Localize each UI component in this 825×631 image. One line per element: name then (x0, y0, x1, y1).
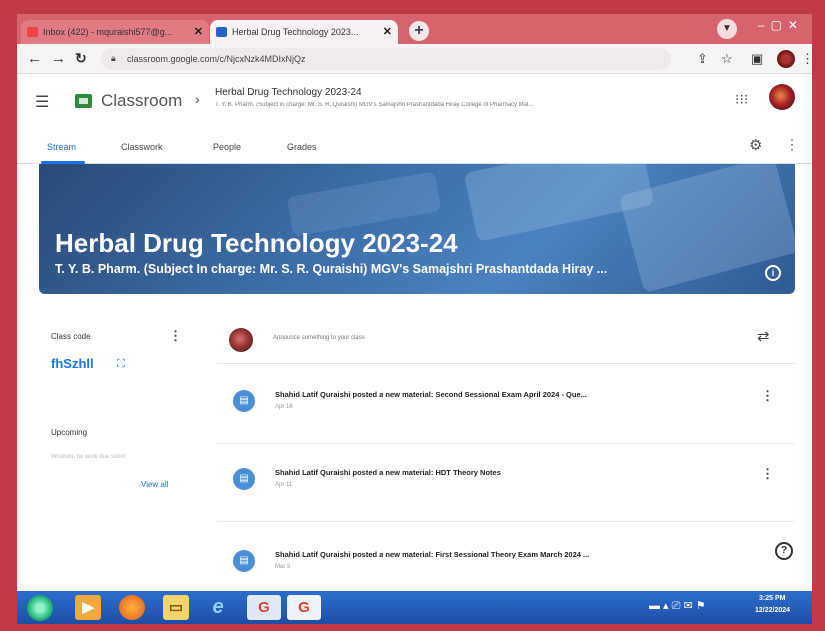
post-date: Apr 11 (275, 482, 293, 488)
kebab-menu-icon[interactable]: ⋮ (785, 136, 799, 153)
banner-subtitle: T. Y. B. Pharm. (Subject In charge: Mr. … (55, 262, 608, 276)
tab-grades[interactable]: Grades (287, 142, 317, 152)
class-code-card: Class code ⋮ fhSzhll ⛶ (39, 314, 189, 389)
kebab-menu-icon[interactable]: ⋮ (761, 466, 774, 482)
screen: Inbox (422) - mquraishi577@g... ✕ Herbal… (17, 14, 812, 624)
tab-stream[interactable]: Stream (47, 142, 76, 152)
address-bar: ← → ↻ 🔒︎ classroom.google.com/c/NjcxNzk4… (17, 44, 812, 74)
clock-date[interactable]: 12/22/2024 (755, 607, 790, 614)
help-icon[interactable]: ? (775, 542, 793, 560)
close-icon[interactable]: ✕ (383, 25, 392, 38)
announce-placeholder[interactable]: Announce something to your class (273, 335, 365, 341)
folder-icon[interactable]: ▭ (163, 595, 189, 620)
banner-decoration (286, 171, 442, 237)
lock-icon: 🔒︎ (111, 53, 116, 63)
kebab-menu-icon[interactable]: ⋮ (761, 388, 774, 404)
taskbar: ▶ ▭ e G G ▬ ▴ ⎚ ✉ ⚑ 3:25 PM 12/22/2024 (17, 591, 812, 624)
system-tray[interactable]: ▬ ▴ ⎚ ✉ ⚑ (649, 599, 706, 613)
chrome-icon[interactable]: G (247, 595, 281, 620)
gear-icon[interactable]: ⚙ (749, 136, 762, 154)
chevron-right-icon: › (195, 91, 200, 107)
banner-title: Herbal Drug Technology 2023-24 (55, 228, 458, 258)
forward-icon[interactable]: → (51, 50, 66, 67)
star-icon[interactable]: ☆ (721, 51, 733, 67)
class-code-label: Class code (51, 332, 91, 341)
app-title[interactable]: Classroom (101, 91, 182, 111)
info-icon[interactable]: i (765, 265, 781, 281)
post-date: Apr 16 (275, 404, 293, 410)
clock-time[interactable]: 3:25 PM (759, 595, 785, 602)
menu-icon[interactable]: ☰ (35, 92, 49, 112)
classroom-icon (216, 27, 227, 37)
back-icon[interactable]: ← (27, 50, 42, 67)
tab-gmail[interactable]: Inbox (422) - mquraishi577@g... ✕ (21, 20, 209, 44)
kebab-menu-icon[interactable]: ⋮ (801, 51, 812, 67)
tab-people[interactable]: People (213, 142, 241, 152)
upcoming-card: Upcoming Woohoo, no work due soon! View … (39, 414, 189, 514)
chevron-down-icon[interactable]: ▼ (717, 19, 737, 39)
apps-grid-icon[interactable]: ⁝⁝⁝ (735, 91, 748, 108)
tab-label: Herbal Drug Technology 2023... (232, 27, 359, 37)
material-icon: ▤ (233, 390, 255, 412)
avatar (229, 328, 253, 352)
sidebar-icon[interactable]: ▣ (751, 51, 763, 67)
fullscreen-icon[interactable]: ⛶ (117, 358, 125, 371)
post-date: Mar 5 (275, 564, 291, 570)
repost-icon[interactable]: ⇄ (757, 327, 770, 345)
course-name: Herbal Drug Technology 2023-24 (215, 87, 362, 98)
course-tabs: Stream Classwork People Grades ⚙ ⋮ (17, 126, 812, 164)
view-all-link[interactable]: View all (141, 480, 168, 489)
media-player-icon[interactable]: ▶ (75, 595, 101, 620)
tab-label: Inbox (422) - mquraishi577@g... (43, 27, 173, 37)
url-text: classroom.google.com/c/NjcxNzk4MDIxNjQz (127, 54, 306, 64)
upcoming-label: Upcoming (51, 428, 88, 437)
post-text[interactable]: Shahid Latif Quraishi posted a new mater… (275, 390, 745, 399)
browser-tab-strip: Inbox (422) - mquraishi577@g... ✕ Herbal… (17, 14, 812, 44)
kebab-menu-icon[interactable]: ⋮ (169, 328, 182, 344)
close-icon[interactable]: ✕ (194, 25, 203, 38)
post-text[interactable]: Shahid Latif Quraishi posted a new mater… (275, 550, 745, 559)
material-icon: ▤ (233, 468, 255, 490)
url-input[interactable]: 🔒︎ classroom.google.com/c/NjcxNzk4MDIxNj… (101, 48, 671, 70)
classroom-header: ☰ Classroom › Herbal Drug Technology 202… (17, 74, 812, 126)
start-button[interactable] (27, 595, 53, 621)
window-controls[interactable]: –▢✕ (758, 18, 804, 32)
stream-post[interactable]: ▤ Shahid Latif Quraishi posted a new mat… (217, 374, 795, 444)
course-subtitle: T. Y. B. Pharm. (Subject in charge: Mr. … (215, 102, 534, 108)
tab-classwork[interactable]: Classwork (121, 142, 163, 152)
profile-avatar[interactable] (777, 50, 795, 68)
reload-icon[interactable]: ↻ (75, 50, 87, 67)
course-banner: Herbal Drug Technology 2023-24 T. Y. B. … (39, 164, 795, 294)
upcoming-message: Woohoo, no work due soon! (51, 454, 126, 460)
install-icon[interactable]: ⇪ (697, 51, 708, 67)
new-tab-button[interactable]: + (409, 21, 429, 41)
chrome-icon[interactable]: G (287, 595, 321, 620)
firefox-icon[interactable] (119, 595, 145, 620)
post-text[interactable]: Shahid Latif Quraishi posted a new mater… (275, 468, 745, 477)
avatar[interactable] (769, 84, 795, 110)
stream-post[interactable]: ▤ Shahid Latif Quraishi posted a new mat… (217, 452, 795, 522)
material-icon: ▤ (233, 550, 255, 572)
internet-explorer-icon[interactable]: e (205, 595, 231, 620)
monitor-frame: Inbox (422) - mquraishi577@g... ✕ Herbal… (0, 0, 825, 631)
tab-classroom[interactable]: Herbal Drug Technology 2023... ✕ (210, 20, 398, 44)
gmail-icon (27, 27, 38, 37)
announce-box[interactable]: Announce something to your class ⇄ (217, 314, 795, 364)
classroom-logo-icon[interactable] (75, 94, 92, 108)
class-code-value: fhSzhll (51, 356, 94, 371)
